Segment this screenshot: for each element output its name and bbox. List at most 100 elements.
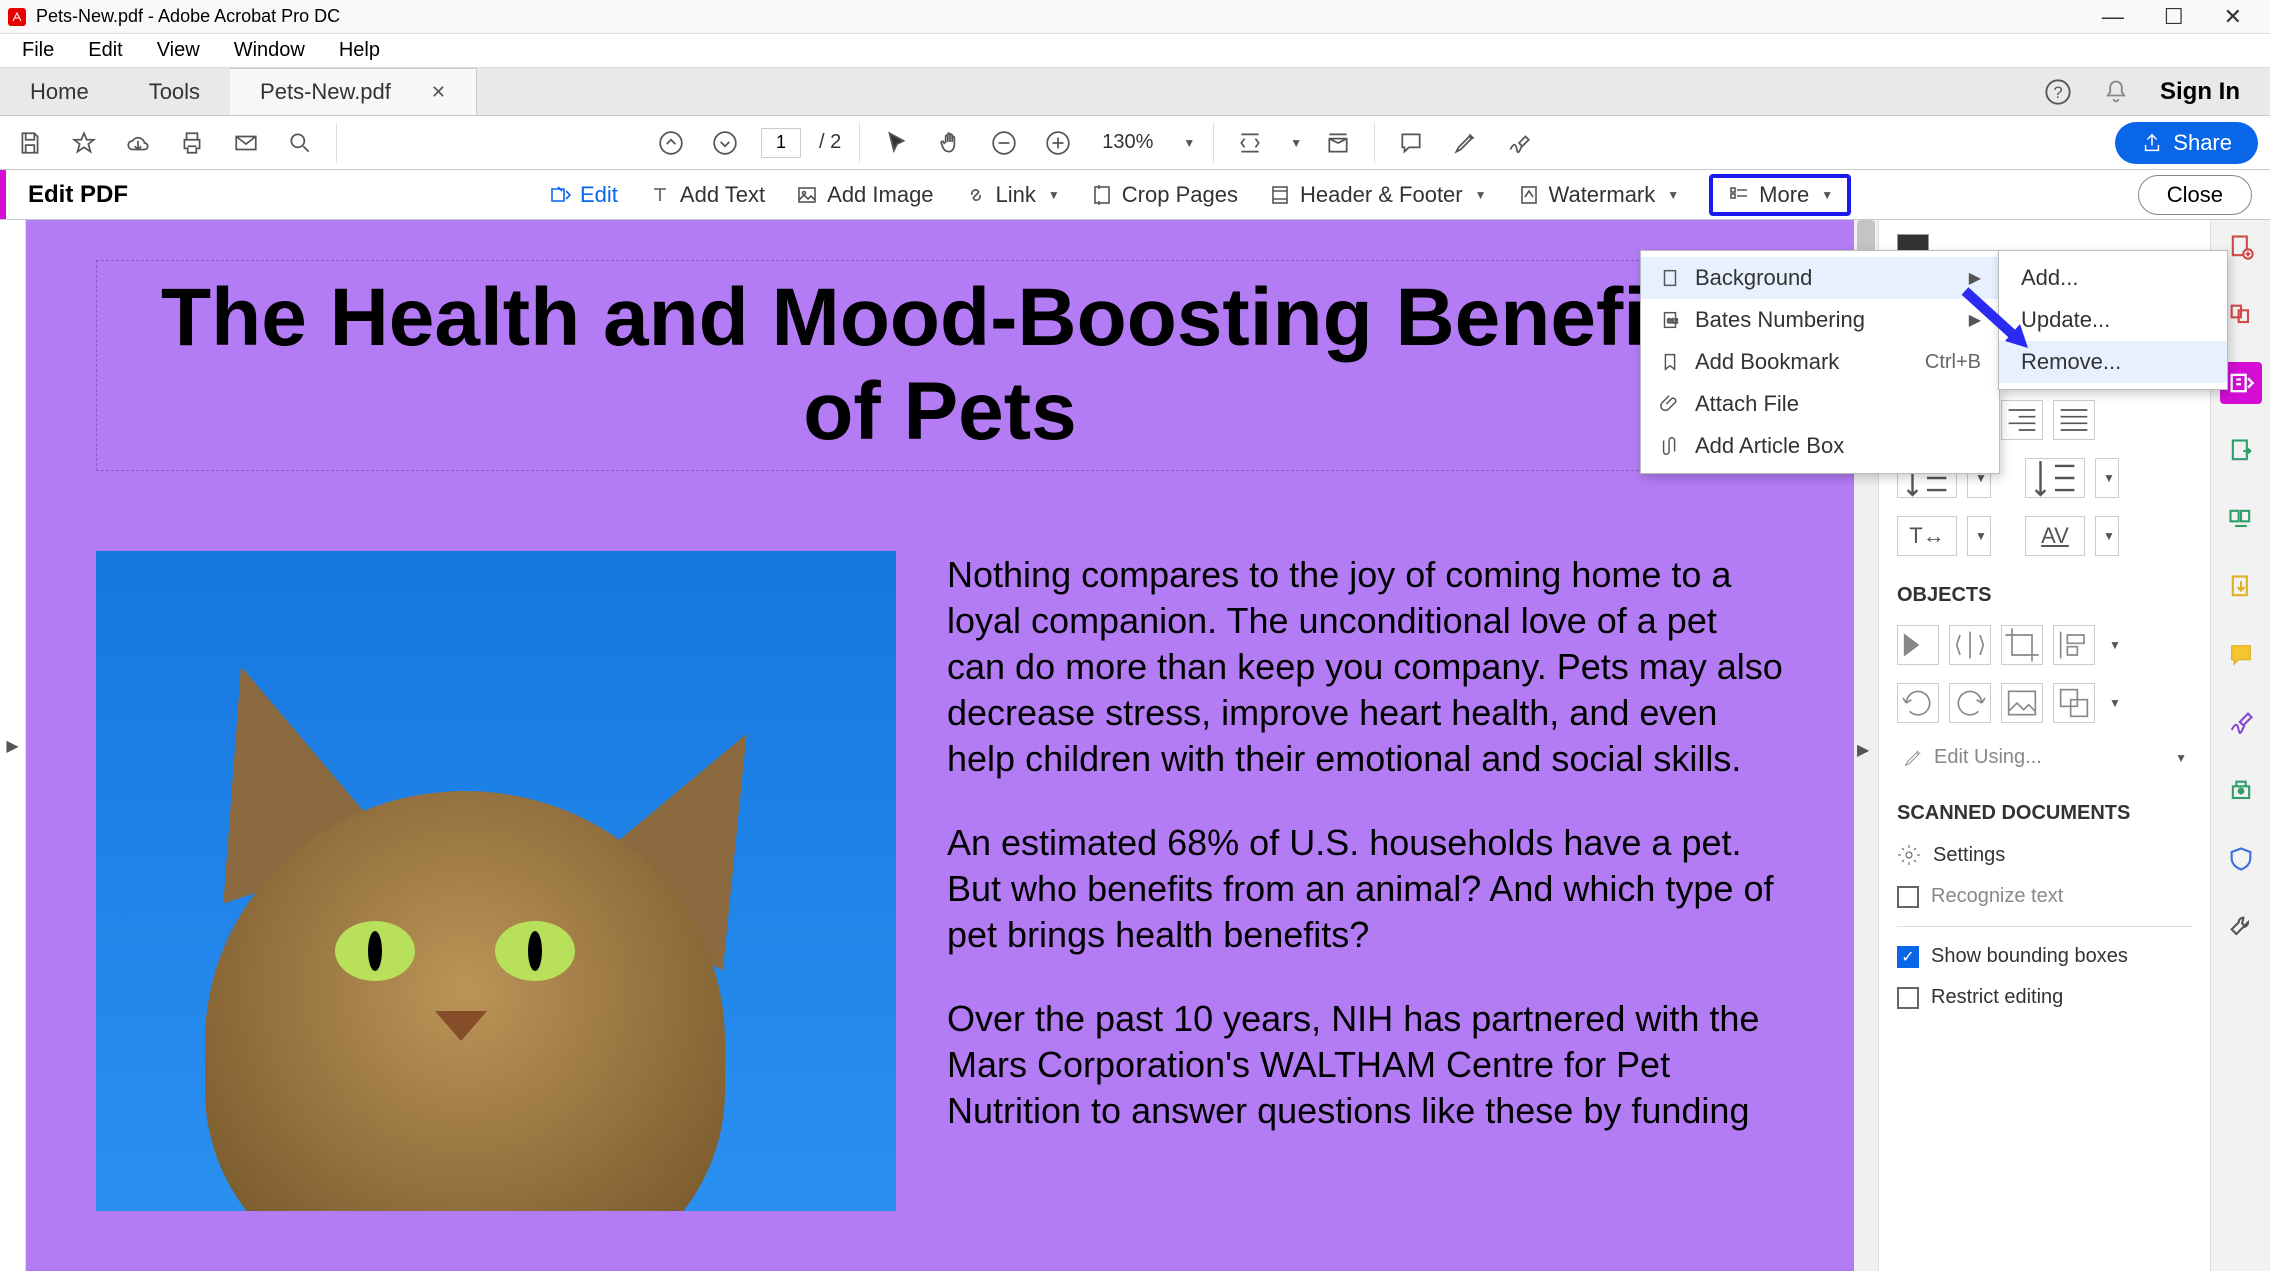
menu-item-attach[interactable]: Attach File [1641,383,1999,425]
window-close-icon[interactable]: ✕ [2224,4,2242,30]
edit-using-dropdown[interactable]: Edit Using... ▼ [1897,741,2192,774]
window-minimize-icon[interactable]: — [2102,4,2124,30]
document-image[interactable] [96,551,896,1211]
char-spacing-icon[interactable]: AV [2025,516,2085,556]
align-objects-icon[interactable] [2053,625,2095,665]
fit-caret-icon[interactable]: ▼ [1290,136,1302,150]
print-icon[interactable] [174,125,210,161]
hscale-dropdown[interactable]: ▼ [1967,516,1991,556]
tab-bar: Home Tools Pets-New.pdf ✕ ? Sign In [0,68,2270,116]
rail-export-pdf-icon[interactable] [2220,566,2262,608]
menu-item-bookmark[interactable]: Add Bookmark Ctrl+B [1641,341,1999,383]
tool-header-footer[interactable]: Header & Footer▼ [1268,182,1487,208]
edit-pdf-toolbar: Edit PDF Edit Add Text Add Image Link▼ C… [0,170,2270,220]
zoom-caret-icon[interactable]: ▼ [1183,136,1195,150]
settings-row[interactable]: Settings [1897,843,2192,867]
rotate-ccw-icon[interactable] [1897,683,1939,723]
horizontal-scale-icon[interactable]: T↔ [1897,516,1957,556]
tool-link[interactable]: Link▼ [964,182,1060,208]
search-icon[interactable] [282,125,318,161]
highlight-icon[interactable] [1447,125,1483,161]
tool-add-image[interactable]: Add Image [795,182,933,208]
restrict-editing-checkbox[interactable]: Restrict editing [1897,986,2192,1009]
tool-add-text[interactable]: Add Text [648,182,765,208]
rail-print-production-icon[interactable] [2220,770,2262,812]
window-maximize-icon[interactable]: ☐ [2164,4,2184,30]
tool-crop-label: Crop Pages [1122,182,1238,208]
scanned-header: SCANNED DOCUMENTS [1897,802,2192,825]
email-icon[interactable] [228,125,264,161]
help-icon[interactable]: ? [2044,78,2072,106]
bounding-boxes-checkbox[interactable]: ✓ Show bounding boxes [1897,945,2192,968]
cloud-icon[interactable] [120,125,156,161]
paragraph-spacing-icon[interactable] [2025,458,2085,498]
rail-fill-sign-icon[interactable] [2220,702,2262,744]
document-viewport[interactable]: The Health and Mood-Boosting Benefits of… [26,220,1854,1271]
rail-more-tools-icon[interactable] [2220,906,2262,948]
document-text-block[interactable]: Nothing compares to the joy of coming ho… [946,551,1784,1211]
share-button[interactable]: Share [2115,122,2258,164]
tool-edit[interactable]: Edit [548,182,618,208]
tool-watermark[interactable]: Watermark▼ [1517,182,1680,208]
tool-link-label: Link [996,182,1036,208]
chevron-right-icon: ▶ [6,736,18,756]
zoom-out-icon[interactable] [986,125,1022,161]
menu-item-article-label: Add Article Box [1695,433,1844,459]
star-icon[interactable] [66,125,102,161]
menu-item-article[interactable]: Add Article Box [1641,425,1999,467]
left-nav-expand[interactable]: ▶ [0,220,26,1271]
tab-document[interactable]: Pets-New.pdf ✕ [230,68,477,115]
crop-object-icon[interactable] [2001,625,2043,665]
fit-width-icon[interactable] [1232,125,1268,161]
rail-comment-icon[interactable] [2220,634,2262,676]
rail-protect-icon[interactable] [2220,838,2262,880]
page-display-icon[interactable] [1320,125,1356,161]
menu-edit[interactable]: Edit [74,35,136,66]
menu-view[interactable]: View [143,35,214,66]
tab-home[interactable]: Home [0,68,119,115]
align-justify-icon[interactable] [2053,400,2095,440]
paragraph-spacing-dropdown[interactable]: ▼ [2095,458,2119,498]
notifications-icon[interactable] [2102,78,2130,106]
document-title[interactable]: The Health and Mood-Boosting Benefits of… [96,260,1784,471]
rail-organize-icon[interactable] [2220,498,2262,540]
page-total-label: / 2 [819,131,841,154]
save-icon[interactable] [12,125,48,161]
tool-more-button[interactable]: More▼ [1709,174,1851,216]
rail-export-icon[interactable] [2220,430,2262,472]
page-down-icon[interactable] [707,125,743,161]
tool-add-image-label: Add Image [827,182,933,208]
page-number-input[interactable] [761,128,801,158]
paragraph-3: Over the past 10 years, NIH has partnere… [946,995,1784,1135]
checkbox-icon [1897,987,1919,1009]
menu-item-attach-label: Attach File [1695,391,1799,417]
menu-file[interactable]: File [8,35,68,66]
cursor-icon[interactable] [878,125,914,161]
panel-collapse-icon[interactable]: ▶ [1857,740,1869,760]
zoom-level[interactable]: 130% [1094,127,1161,158]
menu-item-background[interactable]: Background ▶ [1641,257,1999,299]
sign-in-button[interactable]: Sign In [2160,78,2240,106]
tool-add-text-label: Add Text [680,182,765,208]
replace-image-icon[interactable] [2001,683,2043,723]
menu-help[interactable]: Help [325,35,394,66]
sign-icon[interactable] [1501,125,1537,161]
hand-icon[interactable] [932,125,968,161]
align-right-icon[interactable] [2001,400,2043,440]
menu-window[interactable]: Window [220,35,319,66]
page-up-icon[interactable] [653,125,689,161]
rotate-cw-icon[interactable] [1949,683,1991,723]
tab-close-icon[interactable]: ✕ [431,82,446,103]
tool-crop[interactable]: Crop Pages [1090,182,1238,208]
comment-icon[interactable] [1393,125,1429,161]
gear-icon [1897,843,1921,867]
char-spacing-dropdown[interactable]: ▼ [2095,516,2119,556]
flip-h-icon[interactable] [1897,625,1939,665]
flip-v-icon[interactable] [1949,625,1991,665]
zoom-in-icon[interactable] [1040,125,1076,161]
tab-tools[interactable]: Tools [119,68,230,115]
menu-item-bates[interactable]: 012 Bates Numbering ▶ [1641,299,1999,341]
recognize-text-checkbox[interactable]: Recognize text [1897,885,2192,908]
editbar-close-button[interactable]: Close [2138,175,2252,215]
arrange-icon[interactable] [2053,683,2095,723]
